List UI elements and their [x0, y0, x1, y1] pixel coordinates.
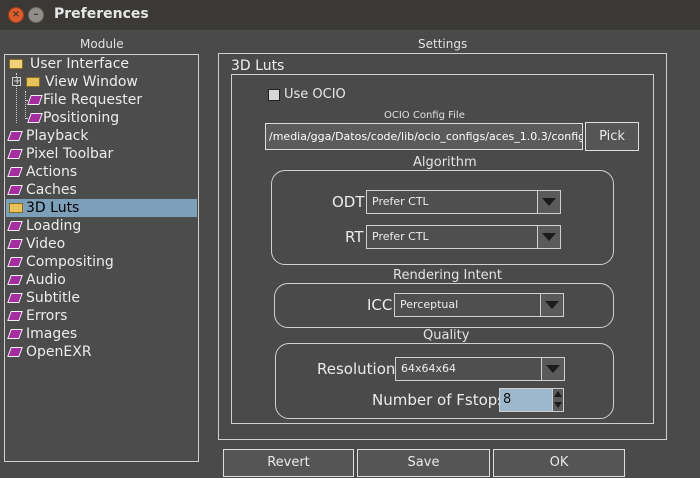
- book-icon: [7, 185, 23, 195]
- revert-button[interactable]: Revert: [223, 449, 354, 477]
- chevron-down-icon[interactable]: [540, 294, 563, 316]
- module-item-label: Loading: [26, 218, 82, 234]
- module-item-label: Subtitle: [26, 290, 81, 306]
- book-icon: [7, 167, 23, 177]
- module-item-label: User Interface: [30, 56, 130, 72]
- module-item-video[interactable]: Video: [6, 235, 197, 253]
- odt-value: Prefer CTL: [372, 195, 429, 208]
- module-item-openexr[interactable]: OpenEXR: [6, 343, 197, 361]
- module-item-view-window[interactable]: + View Window: [6, 73, 197, 91]
- resolution-label: Resolution: [317, 360, 396, 378]
- book-icon: [7, 311, 23, 321]
- book-icon: [27, 113, 43, 123]
- icc-value: Perceptual: [400, 298, 459, 311]
- module-item-label: Actions: [26, 164, 78, 180]
- folder-icon: [26, 77, 40, 87]
- close-window-icon[interactable]: ×: [8, 7, 24, 23]
- module-item-label: View Window: [45, 74, 138, 90]
- module-item-label: Playback: [26, 128, 89, 144]
- quality-title: Quality: [423, 328, 470, 343]
- algorithm-group: [271, 170, 614, 265]
- module-item-subtitle[interactable]: Subtitle: [6, 289, 197, 307]
- spin-down-icon[interactable]: [554, 402, 562, 408]
- module-item-actions[interactable]: Actions: [6, 163, 197, 181]
- module-item-user-interface[interactable]: User Interface: [6, 55, 197, 73]
- chevron-down-icon[interactable]: [537, 191, 560, 213]
- folder-open-icon: [9, 59, 23, 69]
- folder-icon: [9, 203, 23, 213]
- expand-icon[interactable]: +: [12, 77, 21, 87]
- chevron-down-icon[interactable]: [537, 226, 560, 248]
- save-button[interactable]: Save: [357, 449, 490, 477]
- module-item-pixel-toolbar[interactable]: Pixel Toolbar: [6, 145, 197, 163]
- icc-label: ICC: [367, 296, 393, 314]
- book-icon: [27, 95, 43, 105]
- module-item-label: Images: [26, 326, 78, 342]
- module-item-label: OpenEXR: [26, 344, 92, 360]
- rendering-intent-title: Rendering Intent: [393, 268, 503, 283]
- book-icon: [7, 347, 23, 357]
- module-item-loading[interactable]: Loading: [6, 217, 197, 235]
- book-icon: [7, 293, 23, 303]
- rt-select[interactable]: Prefer CTL: [366, 225, 561, 249]
- section-title: 3D Luts: [231, 58, 285, 74]
- module-item-label: Caches: [26, 182, 77, 198]
- module-item-images[interactable]: Images: [6, 325, 197, 343]
- module-item-label: File Requester: [43, 92, 143, 108]
- resolution-select[interactable]: 64x64x64: [395, 357, 565, 381]
- ok-button[interactable]: OK: [493, 449, 625, 477]
- ocio-config-label: OCIO Config File: [384, 110, 465, 121]
- minimize-window-icon[interactable]: –: [28, 7, 44, 23]
- module-item-label: 3D Luts: [26, 200, 80, 216]
- module-item-caches[interactable]: Caches: [6, 181, 197, 199]
- fstops-label: Number of Fstops: [372, 391, 506, 409]
- book-icon: [7, 149, 23, 159]
- module-item-positioning[interactable]: Positioning: [6, 109, 197, 127]
- module-item-label: Compositing: [26, 254, 114, 270]
- book-icon: [7, 221, 23, 231]
- module-item-3d-luts[interactable]: 3D Luts: [6, 199, 197, 217]
- module-item-compositing[interactable]: Compositing: [6, 253, 197, 271]
- module-tree[interactable]: User Interface + View Window File Reques…: [4, 54, 199, 462]
- module-item-label: Video: [26, 236, 66, 252]
- ocio-config-input[interactable]: /media/gga/Datos/code/lib/ocio_configs/a…: [265, 123, 583, 150]
- book-icon: [7, 131, 23, 141]
- icc-select[interactable]: Perceptual: [394, 293, 564, 317]
- fstops-spinner[interactable]: [552, 388, 564, 412]
- book-icon: [7, 329, 23, 339]
- algorithm-title: Algorithm: [413, 155, 477, 170]
- settings-header: Settings: [418, 37, 468, 51]
- chevron-down-icon[interactable]: [541, 358, 564, 380]
- rt-label: RT: [345, 228, 364, 246]
- odt-select[interactable]: Prefer CTL: [366, 190, 561, 214]
- module-item-audio[interactable]: Audio: [6, 271, 197, 289]
- spin-up-icon[interactable]: [554, 391, 562, 397]
- book-icon: [7, 257, 23, 267]
- module-header: Module: [80, 37, 124, 51]
- odt-label: ODT: [332, 193, 365, 211]
- book-icon: [7, 239, 23, 249]
- module-item-playback[interactable]: Playback: [6, 127, 197, 145]
- module-item-label: Positioning: [43, 110, 120, 126]
- module-item-label: Audio: [26, 272, 66, 288]
- use-ocio-label: Use OCIO: [284, 87, 346, 102]
- module-item-errors[interactable]: Errors: [6, 307, 197, 325]
- use-ocio-checkbox[interactable]: [268, 89, 280, 101]
- resolution-value: 64x64x64: [401, 362, 457, 375]
- module-item-label: Pixel Toolbar: [26, 146, 114, 162]
- rt-value: Prefer CTL: [372, 230, 429, 243]
- fstops-input[interactable]: 8: [499, 388, 553, 412]
- pick-button[interactable]: Pick: [585, 122, 639, 151]
- module-item-label: Errors: [26, 308, 68, 324]
- module-item-file-requester[interactable]: File Requester: [6, 91, 197, 109]
- window-title: Preferences: [54, 6, 149, 22]
- book-icon: [7, 275, 23, 285]
